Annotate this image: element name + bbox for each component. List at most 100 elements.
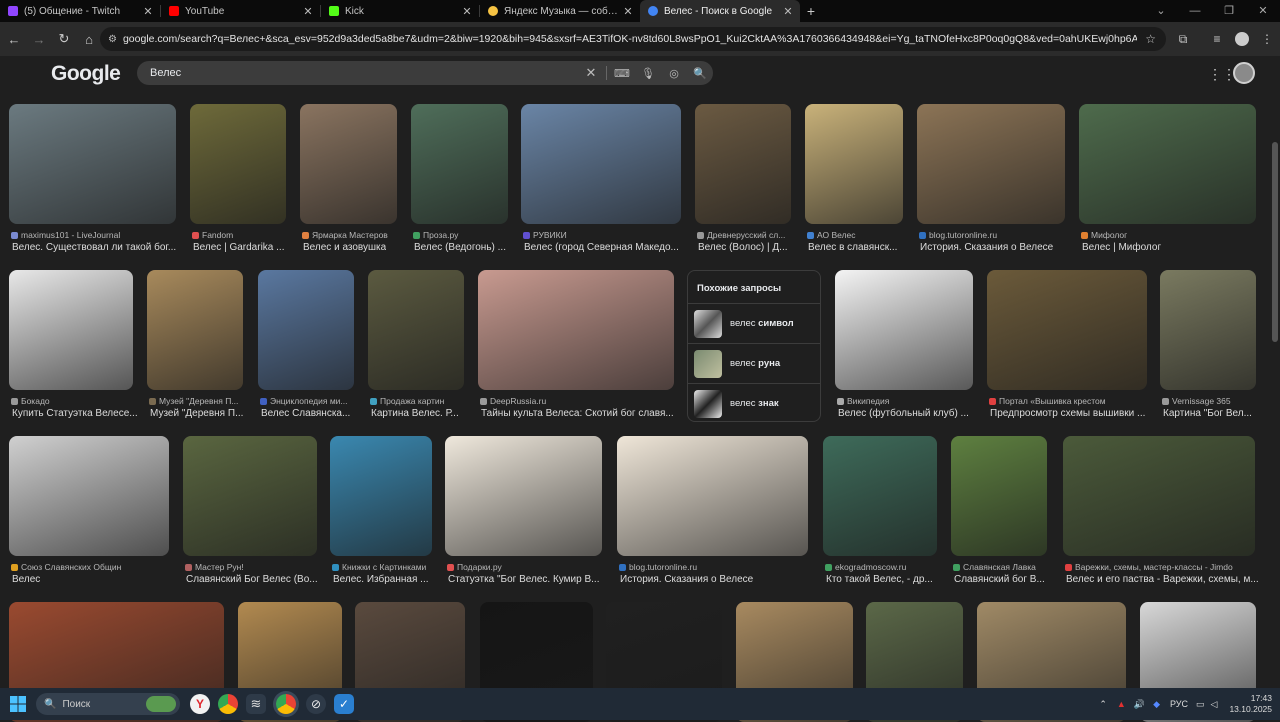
defender-icon[interactable]: ◆ [1153,699,1160,710]
result-caption[interactable]: Статуэтка "Бог Велес. Кумир В... [448,574,599,585]
result-thumbnail[interactable] [1079,104,1256,224]
result-source[interactable]: blog.tutoronline.ru [919,230,997,240]
network-icon[interactable]: ▭ [1196,699,1205,710]
result-source[interactable]: Vernissage 365 [1162,396,1231,406]
chevron-up-icon[interactable]: ⌃ [1099,699,1107,710]
app-notify-icon[interactable]: ⊘ [306,694,326,714]
result-thumbnail[interactable] [411,104,508,224]
result-source[interactable]: Fandom [192,230,233,240]
result-thumbnail[interactable] [9,436,169,556]
result-thumbnail[interactable] [258,270,354,390]
close-window-icon[interactable]: ✕ [1246,0,1280,22]
result-thumbnail[interactable] [9,270,133,390]
reload-icon[interactable]: ↻ [52,27,76,51]
result-caption[interactable]: Купить Статуэтка Велесе... [12,408,138,419]
tab-search-icon[interactable]: ⌄ [1144,0,1178,22]
lens-icon[interactable]: ◎ [661,61,687,85]
result-thumbnail[interactable] [368,270,464,390]
result-source[interactable]: РУВИКИ [523,230,567,240]
yandex-browser-icon[interactable]: Y [190,694,210,714]
result-source[interactable]: Музей "Деревня П... [149,396,238,406]
speaker-icon[interactable]: ◁ [1211,699,1218,710]
result-caption[interactable]: Велес Славянска... [261,408,350,419]
result-thumbnail[interactable] [521,104,681,224]
chrome-active-icon[interactable] [276,694,296,714]
result-caption[interactable]: Велес (футбольный клуб) ... [838,408,969,419]
result-caption[interactable]: Велес. Избранная ... [333,574,429,585]
result-thumbnail[interactable] [987,270,1147,390]
result-caption[interactable]: Тайны культа Велеса: Скотий бог славя... [481,408,674,419]
result-source[interactable]: Союз Славянских Общин [11,562,121,572]
clock[interactable]: 17:43 13.10.2025 [1229,693,1272,715]
taskbar-search[interactable]: 🔍 Поиск [36,693,180,715]
result-source[interactable]: maximus101 - LiveJournal [11,230,120,240]
media-icon[interactable]: ≡ [1205,27,1229,51]
google-logo[interactable]: Google [51,62,121,86]
result-caption[interactable]: Велес (город Северная Македо... [524,242,679,253]
keyboard-icon[interactable]: ⌨ [609,61,635,85]
microphone-icon[interactable]: 🎙 [635,61,661,85]
result-source[interactable]: Подарки.ру [447,562,502,572]
tab-kick[interactable]: Kick ✕ [321,0,479,22]
result-caption[interactable]: Картина Велес. Р... [371,408,459,419]
related-item-rune[interactable]: велес руна [688,343,820,383]
result-thumbnail[interactable] [9,104,176,224]
back-icon[interactable]: ← [2,27,26,51]
result-thumbnail[interactable] [1160,270,1256,390]
related-item-sign[interactable]: велес знак [688,383,820,423]
result-caption[interactable]: История. Сказания о Велесе [920,242,1053,253]
new-tab-button[interactable]: + [800,0,822,22]
minimize-icon[interactable]: — [1178,0,1212,22]
result-thumbnail[interactable] [823,436,937,556]
tab-twitch[interactable]: (5) Общение - Twitch ✕ [0,0,160,22]
close-icon[interactable]: ✕ [302,5,314,18]
result-caption[interactable]: Велес и азовушка [303,242,386,253]
close-icon[interactable]: ✕ [622,5,634,18]
windows-start-icon[interactable] [10,696,26,712]
result-source[interactable]: АО Велес [807,230,856,240]
result-source[interactable]: Древнерусский сл... [697,230,785,240]
volume-icon[interactable]: 🔊 [1134,699,1145,710]
result-source[interactable]: Славянская Лавка [953,562,1036,572]
scrollbar-thumb[interactable] [1272,142,1278,342]
result-caption[interactable]: История. Сказания о Велесе [620,574,753,585]
forward-icon[interactable]: → [27,27,51,51]
result-caption[interactable]: Велес в славянск... [808,242,897,253]
tab-google-search[interactable]: Велес - Поиск в Google ✕ [640,0,800,22]
app-stack-icon[interactable]: ≋ [246,694,266,714]
result-source[interactable]: Бокадо [11,396,50,406]
search-input[interactable]: Велес [150,67,578,79]
result-caption[interactable]: Велес | Gardarika ... [193,242,284,253]
result-source[interactable]: Книжки с Картинками [332,562,426,572]
result-source[interactable]: blog.tutoronline.ru [619,562,697,572]
result-thumbnail[interactable] [695,104,791,224]
result-thumbnail[interactable] [835,270,973,390]
result-caption[interactable]: Предпросмотр схемы вышивки ... [990,408,1145,419]
result-thumbnail[interactable] [300,104,397,224]
result-source[interactable]: ekogradmoscow.ru [825,562,906,572]
scrollbar[interactable] [1270,94,1280,688]
related-item-symbol[interactable]: велес символ [688,303,820,343]
alert-icon[interactable]: ▲ [1117,699,1126,709]
result-caption[interactable]: Славянский бог В... [954,574,1045,585]
result-thumbnail[interactable] [445,436,602,556]
result-thumbnail[interactable] [1063,436,1255,556]
result-thumbnail[interactable] [478,270,674,390]
close-icon[interactable]: ✕ [782,5,794,18]
result-source[interactable]: Варежки, схемы, мастер-классы - Jimdo [1065,562,1233,572]
result-thumbnail[interactable] [190,104,286,224]
result-caption[interactable]: Славянский Бог Велес (Во... [186,574,318,585]
result-thumbnail[interactable] [183,436,317,556]
search-icon[interactable]: 🔍 [687,61,713,85]
result-source[interactable]: Мифолог [1081,230,1127,240]
result-caption[interactable]: Велес [12,574,40,585]
result-source[interactable]: Проза.ру [413,230,458,240]
result-caption[interactable]: Кто такой Велес, - др... [826,574,933,585]
restore-icon[interactable]: ❐ [1212,0,1246,22]
result-source[interactable]: Энциклопедия ми... [260,396,348,406]
result-source[interactable]: Ярмарка Мастеров [302,230,388,240]
search-box[interactable]: Велес ✕ ⌨ 🎙 ◎ 🔍 [137,61,713,85]
result-caption[interactable]: Велес и его паства - Варежки, схемы, м..… [1066,574,1259,585]
result-caption[interactable]: Велес. Существовал ли такой бог... [12,242,176,253]
address-bar[interactable]: ⚙ google.com/search?q=Велес+&sca_esv=952… [100,27,1166,51]
